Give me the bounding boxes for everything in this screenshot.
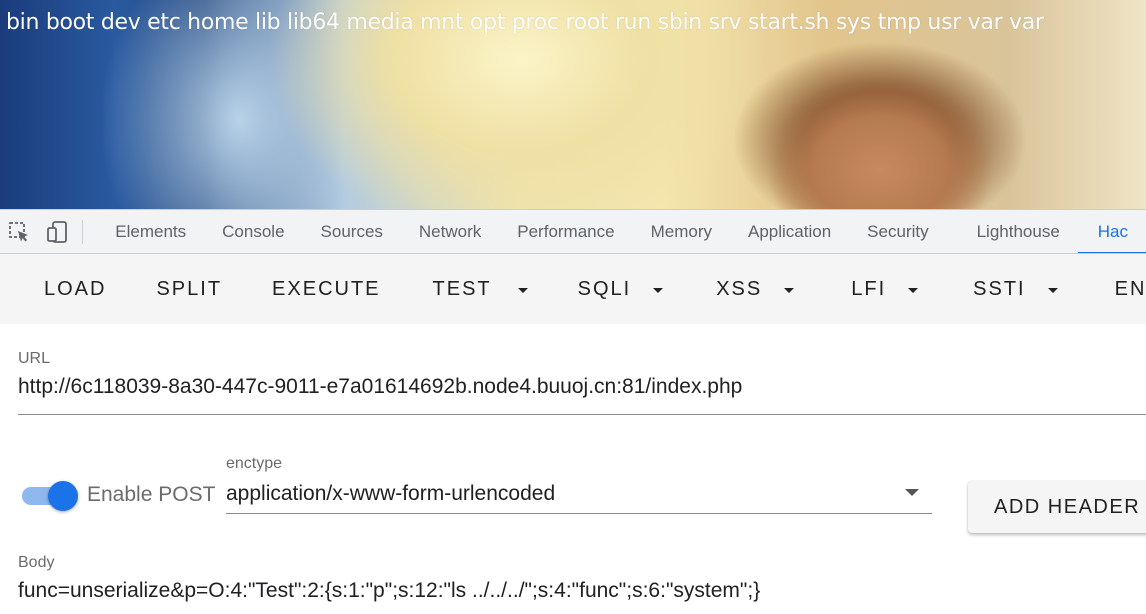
url-input-underline xyxy=(18,414,1146,415)
hackbar-toolbar: LOAD SPLIT EXECUTE TEST SQLI XSS LFI SST… xyxy=(0,254,1146,324)
lfi-menu-button[interactable]: LFI xyxy=(819,254,943,324)
toolbar-divider xyxy=(82,219,84,244)
enable-post-label: Enable POST xyxy=(87,483,216,506)
tab-security[interactable]: Security xyxy=(849,210,946,253)
tab-performance[interactable]: Performance xyxy=(499,210,632,253)
chevron-down-icon[interactable] xyxy=(905,489,919,496)
url-input[interactable]: http://6c118039-8a30-447c-9011-e7a016146… xyxy=(18,375,742,399)
chevron-down-icon xyxy=(653,287,664,293)
tab-sources[interactable]: Sources xyxy=(303,210,401,253)
chevron-down-icon xyxy=(517,287,528,293)
encoding-menu-button[interactable]: ENCOD xyxy=(1083,254,1146,324)
tab-hackbar[interactable]: Hac xyxy=(1077,210,1146,253)
devtools-tab-bar: Elements Console Sources Network Perform… xyxy=(0,209,1146,254)
execute-button[interactable]: EXECUTE xyxy=(247,254,405,324)
add-header-button[interactable]: ADD HEADER xyxy=(968,481,1146,533)
enctype-select[interactable]: application/x-www-form-urlencoded xyxy=(226,482,555,506)
ssti-menu-button[interactable]: SSTI xyxy=(943,254,1082,324)
chevron-down-icon xyxy=(1047,287,1058,293)
inspect-element-icon[interactable] xyxy=(6,219,31,245)
enctype-label: enctype xyxy=(226,455,283,472)
tab-memory[interactable]: Memory xyxy=(633,210,730,253)
split-button-label: SPLIT xyxy=(156,277,223,300)
tab-lighthouse[interactable]: Lighthouse xyxy=(947,210,1078,253)
tab-network[interactable]: Network xyxy=(401,210,499,253)
add-header-label: ADD HEADER xyxy=(994,495,1141,518)
chevron-down-icon xyxy=(908,287,919,293)
web-page-area: bin boot dev etc home lib lib64 media mn… xyxy=(0,0,1146,209)
lfi-menu-label: LFI xyxy=(851,277,887,300)
load-button[interactable]: LOAD xyxy=(0,254,131,324)
test-menu-label: TEST xyxy=(432,277,492,300)
tab-elements[interactable]: Elements xyxy=(97,210,204,253)
sqli-menu-button[interactable]: SQLI xyxy=(553,254,689,324)
enable-post-toggle[interactable] xyxy=(20,480,80,512)
execute-button-label: EXECUTE xyxy=(272,277,381,300)
url-label: URL xyxy=(18,350,51,367)
test-menu-button[interactable]: TEST xyxy=(406,254,553,324)
chevron-down-icon xyxy=(784,287,795,293)
split-button[interactable]: SPLIT xyxy=(131,254,247,324)
sqli-menu-label: SQLI xyxy=(577,277,632,300)
ssti-menu-label: SSTI xyxy=(973,277,1026,300)
device-toolbar-icon[interactable] xyxy=(45,219,70,245)
body-input[interactable]: func=unserialize&p=O:4:"Test":2:{s:1:"p"… xyxy=(18,579,760,603)
body-label: Body xyxy=(18,554,55,571)
directory-listing-text: bin boot dev etc home lib lib64 media mn… xyxy=(6,10,1044,35)
tab-console[interactable]: Console xyxy=(204,210,302,253)
xss-menu-label: XSS xyxy=(716,277,763,300)
enctype-select-underline xyxy=(226,513,932,514)
toggle-thumb xyxy=(48,481,78,511)
load-button-label: LOAD xyxy=(44,277,107,300)
xss-menu-button[interactable]: XSS xyxy=(688,254,819,324)
encoding-menu-label: ENCOD xyxy=(1114,277,1146,300)
tab-application[interactable]: Application xyxy=(730,210,849,253)
